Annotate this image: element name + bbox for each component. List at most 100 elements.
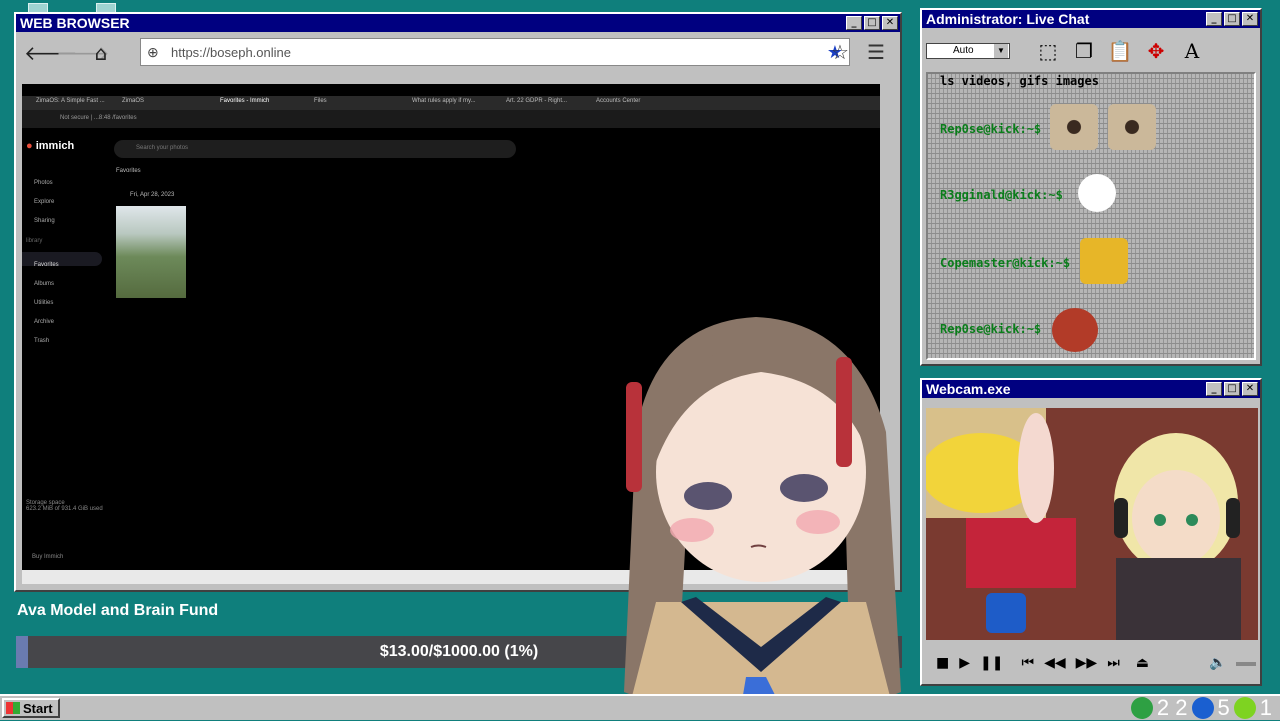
immich-logo-text: immich (35, 140, 75, 152)
page-title: Favorites (116, 168, 141, 174)
chat-username: Rep0se@kick:~$ (940, 122, 1042, 136)
inner-tab[interactable]: Accounts Center (596, 98, 640, 104)
chat-username: Copemaster@kick:~$ (940, 256, 1071, 270)
font-size-value: Auto (953, 45, 974, 56)
storage-value: 623.2 MiB of 931.4 GiB used (26, 506, 103, 512)
font-icon[interactable]: A (1176, 35, 1208, 67)
pause-icon[interactable]: ❚❚ (980, 655, 1003, 671)
forward-arrow-icon[interactable]: 🡒 (56, 41, 110, 65)
eye-emote-icon (1108, 104, 1156, 150)
chat-titlebar[interactable]: Administrator: Live Chat _ □ ✕ (922, 10, 1260, 28)
copy-icon[interactable]: ❐ (1068, 35, 1100, 67)
buy-immich-link[interactable]: Buy Immich (32, 554, 63, 560)
volume-icon[interactable]: 🔈 (1209, 655, 1226, 671)
ghost-emote-icon (1078, 174, 1116, 212)
inner-tab[interactable]: Files (314, 98, 327, 104)
url-bar[interactable]: ⊕ https://boseph.online ★ (140, 38, 850, 66)
skip-forward-icon[interactable]: ⏭ (1107, 655, 1120, 671)
tray-count: 2 2 (1156, 695, 1188, 720)
maximize-button[interactable]: □ (1224, 12, 1240, 26)
menu-icon[interactable]: ☰ (858, 40, 894, 65)
sidebar-item-utilities[interactable]: Utilities (34, 300, 53, 306)
inner-tab-strip: ZimaOS: A Simple Fast ... ZimaOS Favorit… (22, 96, 880, 110)
browser-title: WEB BROWSER (20, 15, 130, 31)
chat-message-text: ls videos, gifs images (940, 74, 1099, 88)
windows-logo-icon (6, 702, 20, 714)
sidebar-item-trash[interactable]: Trash (34, 338, 49, 344)
sidebar-section-label: library (26, 238, 43, 244)
webcam-window: Webcam.exe _ □ ✕ ■ ▶ ❚❚ ⏮ ◀◀ ▶▶ ⏭ ⏏ 🔈 (920, 378, 1262, 686)
close-button[interactable]: ✕ (1242, 382, 1258, 396)
back-arrow-icon[interactable]: 🡐 (24, 41, 78, 65)
laugh-emote-icon (1080, 238, 1128, 284)
inner-address-text: Not secure | ...8:48 /favorites (60, 115, 137, 121)
inner-tab[interactable]: Art. 22 GDPR - Right... (506, 98, 567, 104)
paste-icon[interactable]: 📋 (1104, 35, 1136, 67)
eject-icon[interactable]: ⏏ (1136, 655, 1149, 671)
sidebar-item-sharing[interactable]: Sharing (34, 218, 55, 224)
start-label: Start (23, 700, 53, 716)
search-placeholder: Search your photos (136, 145, 189, 151)
skip-back-icon[interactable]: ⏮ (1021, 655, 1034, 671)
taskbar: Start 2 2 5 1 (0, 694, 1280, 720)
sidebar-item-photos[interactable]: Photos (34, 180, 53, 186)
globe-icon: ⊕ (147, 43, 159, 60)
eye-emote-icon (1050, 104, 1098, 150)
bookmarks-icon[interactable]: ☆ (822, 40, 858, 65)
sidebar-item-archive[interactable]: Archive (34, 319, 54, 325)
photo-date: Fri, Apr 28, 2023 (130, 192, 175, 198)
media-controls: ■ ▶ ❚❚ ⏮ ◀◀ ▶▶ ⏭ ⏏ 🔈 (926, 646, 1256, 680)
start-button[interactable]: Start (2, 698, 60, 718)
scream-emote-icon (1052, 308, 1098, 352)
close-button[interactable]: ✕ (1242, 12, 1258, 26)
webcam-title: Webcam.exe (926, 381, 1011, 397)
inner-tab[interactable]: Favorites - Immich (220, 98, 269, 104)
chevron-down-icon[interactable]: ▼ (994, 44, 1008, 58)
kick-icon[interactable] (1130, 697, 1153, 719)
minimize-button[interactable]: _ (846, 16, 862, 30)
rewind-icon[interactable]: ◀◀ (1044, 655, 1066, 671)
immich-logo[interactable]: ● immich (26, 140, 74, 152)
chat-username: R3gginald@kick:~$ (940, 188, 1063, 202)
close-button[interactable]: ✕ (882, 16, 898, 30)
volume-slider[interactable] (1236, 662, 1256, 666)
play-circle-icon[interactable] (1233, 697, 1256, 719)
browser-titlebar[interactable]: WEB BROWSER _ □ ✕ (16, 14, 900, 32)
chat-log[interactable]: ls videos, gifs images Rep0se@kick:~$ R3… (926, 72, 1256, 360)
sidebar-item-albums[interactable]: Albums (34, 281, 54, 287)
inner-tab[interactable]: What rules apply if my... (412, 98, 476, 104)
sidebar-item-explore[interactable]: Explore (34, 199, 54, 205)
browser-navbar: 🡐 🡒 ⌂ ⊕ https://boseph.online ★ ☆ ☰ (18, 34, 898, 72)
play-icon[interactable]: ▶ (959, 655, 970, 671)
fast-forward-icon[interactable]: ▶▶ (1076, 655, 1098, 671)
tray-count: 1 (1259, 695, 1272, 720)
sidebar-item-favorites[interactable]: Favorites (34, 262, 59, 268)
chat-username: Rep0se@kick:~$ (940, 322, 1042, 336)
webcam-titlebar[interactable]: Webcam.exe _ □ ✕ (922, 380, 1260, 398)
moon-icon[interactable] (1191, 697, 1214, 719)
maximize-button[interactable]: □ (1224, 382, 1240, 396)
minimize-button[interactable]: _ (1206, 12, 1222, 26)
storage-info: Storage space 623.2 MiB of 931.4 GiB use… (26, 500, 106, 512)
inner-tab[interactable]: ZimaOS (122, 98, 144, 104)
inner-address-bar[interactable]: Not secure | ...8:48 /favorites (22, 110, 880, 128)
home-icon[interactable]: ⌂ (88, 41, 114, 65)
font-size-select[interactable]: Auto ▼ (926, 43, 1010, 59)
chat-window: Administrator: Live Chat _ □ ✕ Auto ▼ ⬚ … (920, 8, 1262, 366)
url-text: https://boseph.online (171, 44, 291, 60)
maximize-button[interactable]: □ (864, 16, 880, 30)
stop-icon[interactable]: ■ (936, 655, 949, 671)
select-icon[interactable]: ⬚ (1032, 35, 1064, 67)
photo-thumbnail[interactable] (116, 206, 186, 298)
chat-toolbar: Auto ▼ ⬚ ❐ 📋 ✥ A (924, 30, 1258, 72)
tray-count: 5 (1217, 695, 1230, 720)
inner-tab[interactable]: ZimaOS: A Simple Fast ... (36, 98, 105, 104)
system-tray: 2 2 5 1 (1127, 695, 1272, 720)
move-icon[interactable]: ✥ (1140, 35, 1172, 67)
immich-search-input[interactable]: Search your photos (114, 140, 516, 158)
chat-title: Administrator: Live Chat (926, 11, 1090, 27)
webcam-image (926, 408, 1258, 640)
webcam-feed (926, 408, 1258, 640)
minimize-button[interactable]: _ (1206, 382, 1222, 396)
fund-title: Ava Model and Brain Fund (17, 602, 219, 619)
